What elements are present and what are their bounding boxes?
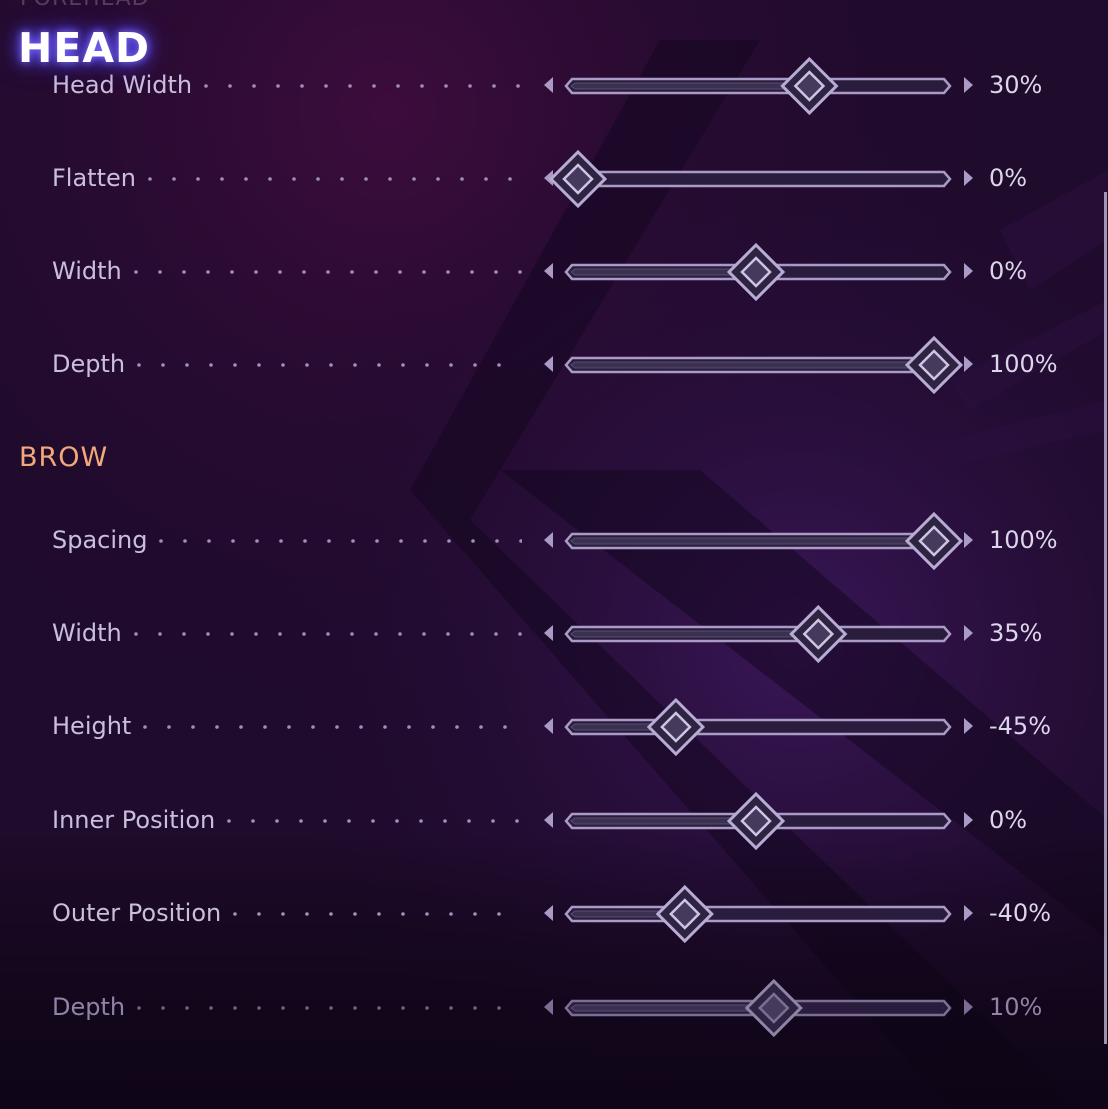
head-width-label: Width [52, 257, 122, 285]
brow-spacing-slider-row[interactable]: Spacing 100% [0, 511, 1108, 571]
head-width-slider-knob[interactable] [726, 242, 786, 302]
head-flatten-slider-knob[interactable] [548, 149, 608, 209]
head-depth-increase-arrow-icon[interactable] [964, 356, 973, 372]
brow-outer-position-label: Outer Position [52, 899, 222, 927]
brow-width-slider-row[interactable]: Width 35% [0, 604, 1108, 664]
head-flatten-slider-track[interactable] [548, 149, 952, 209]
head-depth-dot-leader [137, 363, 501, 367]
brow-spacing-dot-leader [159, 539, 522, 543]
head-width-decrease-arrow-icon[interactable] [544, 263, 553, 279]
head-flatten-slider-row[interactable]: Flatten 0% [0, 149, 1108, 209]
brow-inner-position-increase-arrow-icon[interactable] [964, 812, 973, 828]
brow-inner-position-slider-track[interactable] [564, 791, 952, 851]
head-head-width-slider-track[interactable] [564, 56, 952, 116]
brow-outer-position-slider-track[interactable] [564, 884, 952, 944]
brow-section-title: BROW [19, 442, 109, 473]
brow-spacing-label: Spacing [52, 526, 148, 554]
head-depth-label: Depth [52, 350, 126, 378]
brow-outer-position-slider-row[interactable]: Outer Position -40% [0, 884, 1108, 944]
head-width-dot-leader [133, 270, 522, 274]
brow-inner-position-value: 0% [989, 806, 1028, 834]
head-head-width-dot-leader [204, 84, 520, 88]
head-depth-slider-knob[interactable] [904, 335, 964, 395]
brow-height-value: -45% [989, 712, 1052, 740]
brow-outer-position-value: -40% [989, 899, 1052, 927]
brow-width-value: 35% [989, 619, 1043, 647]
brow-inner-position-slider-row[interactable]: Inner Position 0% [0, 791, 1108, 851]
head-depth-slider-row[interactable]: Depth 100% [0, 335, 1108, 395]
brow-depth-value: 10% [989, 993, 1043, 1021]
brow-width-slider-knob[interactable] [789, 604, 848, 664]
brow-width-slider-track[interactable] [564, 604, 952, 664]
brow-height-slider-row[interactable]: Height -45% [0, 697, 1108, 757]
brow-inner-position-dot-leader [227, 819, 520, 823]
brow-depth-slider-row[interactable]: Depth 10% [0, 978, 1108, 1038]
brow-inner-position-decrease-arrow-icon[interactable] [544, 812, 553, 828]
head-head-width-decrease-arrow-icon[interactable] [544, 77, 553, 93]
brow-spacing-value: 100% [989, 526, 1058, 554]
head-width-slider-track[interactable] [564, 242, 952, 302]
brow-depth-decrease-arrow-icon[interactable] [544, 999, 553, 1015]
brow-height-decrease-arrow-icon[interactable] [544, 718, 553, 734]
head-head-width-value: 30% [989, 71, 1043, 99]
head-head-width-slider-knob[interactable] [780, 56, 839, 116]
brow-height-label: Height [52, 712, 132, 740]
head-head-width-increase-arrow-icon[interactable] [964, 77, 973, 93]
brow-spacing-increase-arrow-icon[interactable] [964, 532, 973, 548]
brow-outer-position-slider-knob[interactable] [655, 884, 714, 944]
head-depth-value: 100% [989, 350, 1058, 378]
head-depth-slider-track[interactable] [564, 335, 964, 395]
head-head-width-slider-row[interactable]: Head Width 30% [0, 56, 1108, 116]
brow-spacing-slider-track[interactable] [564, 511, 964, 571]
brow-width-label: Width [52, 619, 122, 647]
head-head-width-label: Head Width [52, 71, 193, 99]
head-flatten-dot-leader [148, 177, 512, 181]
head-width-increase-arrow-icon[interactable] [964, 263, 973, 279]
brow-width-decrease-arrow-icon[interactable] [544, 625, 553, 641]
brow-height-slider-knob[interactable] [646, 697, 706, 757]
head-depth-decrease-arrow-icon[interactable] [544, 356, 553, 372]
head-section-title: HEAD [18, 24, 151, 72]
brow-width-dot-leader [133, 632, 522, 636]
brow-outer-position-increase-arrow-icon[interactable] [964, 905, 973, 921]
brow-height-dot-leader [143, 725, 508, 729]
scrollbar[interactable] [1104, 192, 1107, 1044]
head-flatten-value: 0% [989, 164, 1028, 192]
brow-spacing-decrease-arrow-icon[interactable] [544, 532, 553, 548]
head-flatten-label: Flatten [52, 164, 136, 192]
head-width-slider-row[interactable]: Width 0% [0, 242, 1108, 302]
brow-height-slider-track[interactable] [564, 697, 952, 757]
brow-depth-slider-knob[interactable] [744, 978, 803, 1038]
brow-inner-position-label: Inner Position [52, 806, 216, 834]
brow-outer-position-decrease-arrow-icon[interactable] [544, 905, 553, 921]
brow-outer-position-dot-leader [233, 912, 502, 916]
previous-section-title: FOREHEAD [20, 0, 150, 11]
head-flatten-increase-arrow-icon[interactable] [964, 170, 973, 186]
brow-width-increase-arrow-icon[interactable] [964, 625, 973, 641]
brow-spacing-slider-knob[interactable] [904, 511, 964, 571]
head-width-value: 0% [989, 257, 1028, 285]
brow-inner-position-slider-knob[interactable] [726, 791, 786, 851]
brow-depth-label: Depth [52, 993, 126, 1021]
brow-depth-increase-arrow-icon[interactable] [964, 999, 973, 1015]
brow-depth-dot-leader [137, 1006, 501, 1010]
brow-depth-slider-track[interactable] [564, 978, 952, 1038]
brow-height-increase-arrow-icon[interactable] [964, 718, 973, 734]
